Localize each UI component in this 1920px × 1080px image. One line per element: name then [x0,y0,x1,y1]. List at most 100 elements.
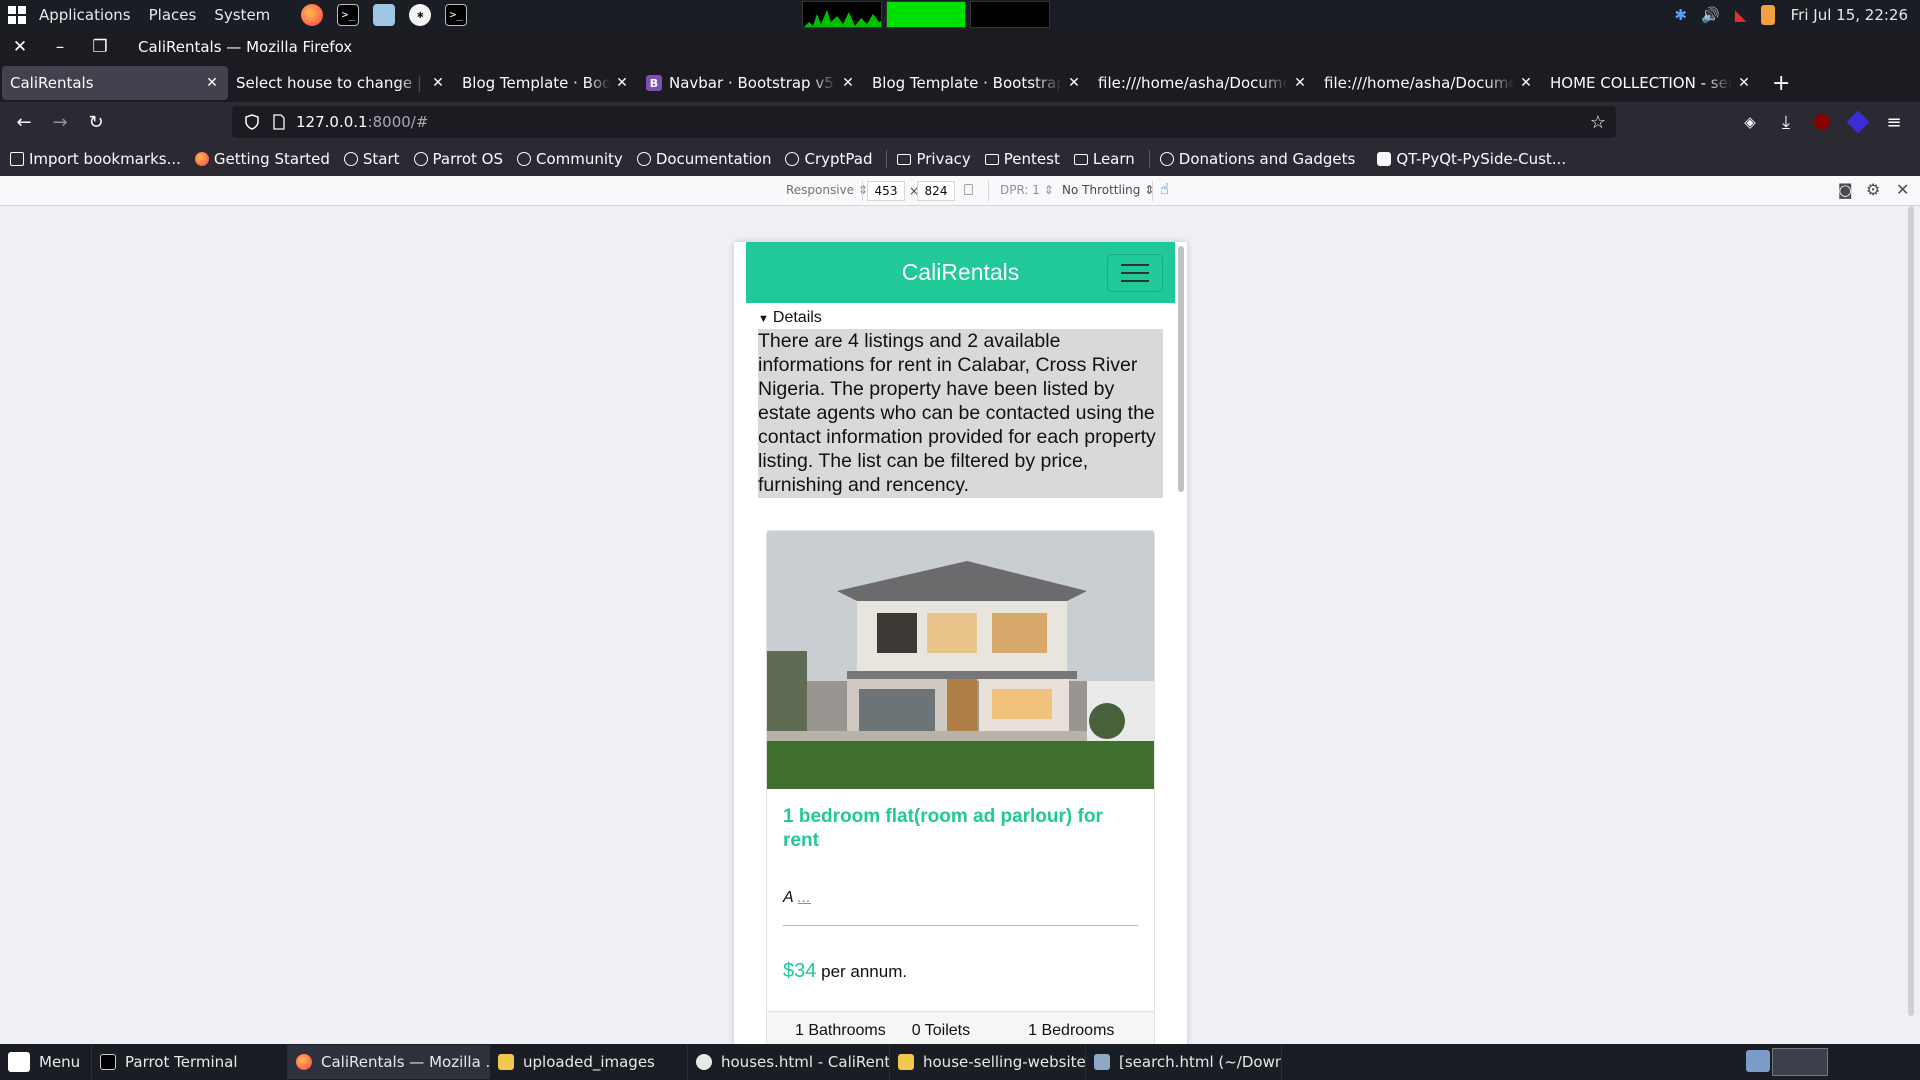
root-terminal-launcher-icon[interactable]: >_ [445,3,468,26]
bookmark-parrot-os[interactable]: Parrot OS [413,150,503,168]
close-tab-icon[interactable]: ✕ [1518,75,1534,91]
tab-label: file:///home/asha/Document [1098,74,1288,92]
bookmark-getting-started[interactable]: Getting Started [194,150,330,168]
bookmark-qt-pyqt[interactable]: QT-PyQt-PySide-Cust... [1377,150,1566,168]
volume-icon[interactable]: 🔊 [1701,5,1721,25]
url-text[interactable]: 127.0.0.1:8000/# [296,113,428,131]
page-info-icon[interactable] [272,114,286,130]
listing-house-image[interactable] [767,531,1154,789]
app-menu-icon[interactable]: ≡ [1876,104,1912,140]
bookmark-folder-privacy[interactable]: Privacy [897,150,971,168]
taskbar-house-selling-website[interactable]: house-selling-website-... [890,1045,1086,1079]
tab-calirentals[interactable]: CaliRentals ✕ [2,66,228,100]
tab-local-file-1[interactable]: file:///home/asha/Document ✕ [1090,66,1316,100]
extension-icon[interactable] [1840,104,1876,140]
bookmark-star-icon[interactable]: ☆ [1590,112,1606,133]
bookmark-start[interactable]: Start [343,150,400,168]
screenshot-icon[interactable]: ◙ [1838,181,1853,199]
navbar-toggler-button[interactable] [1107,254,1163,292]
tracking-shield-icon[interactable] [244,114,260,130]
forward-icon[interactable]: → [42,104,78,140]
system-top-panel: Applications Places System >_ ✱ >_ ✱ 🔊 ◣… [0,0,1920,29]
ublock-extension-icon[interactable] [1804,104,1840,140]
details-summary[interactable]: ▼ Details [758,307,1163,329]
restore-window-icon[interactable]: ❐ [80,37,120,57]
toolbar-separator [988,181,989,201]
taskbar-menu[interactable]: Menu [0,1045,92,1079]
bookmark-cryptpad[interactable]: CryptPad [785,150,872,168]
tab-home-collection[interactable]: HOME COLLECTION - search ✕ [1542,66,1760,100]
minimize-window-icon[interactable]: – [40,37,80,57]
bluetooth-icon[interactable]: ✱ [1671,5,1691,25]
responsive-design-toolbar: Responsive ⇕ 453 × 824 ⎕ DPR: 1 ⇕ No Thr… [0,176,1920,206]
settings-launcher-icon[interactable]: ✱ [409,3,432,26]
text-editor-launcher-icon[interactable] [373,3,396,26]
close-tab-icon[interactable]: ✕ [1066,75,1082,91]
globe-icon [413,152,428,166]
downloads-icon[interactable]: ⤓ [1768,104,1804,140]
close-rdm-icon[interactable]: ✕ [1896,180,1909,199]
bookmark-folder-learn[interactable]: Learn [1073,150,1135,168]
tab-label: CaliRentals [10,74,94,92]
rotate-viewport-icon[interactable]: ⎕ [964,181,973,199]
viewport-width-input[interactable]: 453 [867,181,905,201]
tab-label: file:///home/asha/Document [1324,74,1514,92]
menu-icon [8,1052,30,1072]
rdm-settings-icon[interactable]: ⚙ [1866,180,1880,199]
network-status-icon[interactable]: ◣ [1731,5,1751,25]
cpu-monitor-graph [802,1,882,28]
applications-menu[interactable]: Applications [30,6,140,24]
touch-simulation-icon[interactable]: ☝ [1160,180,1169,198]
tab-navbar-bootstrap[interactable]: B Navbar · Bootstrap v5.1 ✕ [638,66,864,100]
device-selector[interactable]: Responsive ⇕ [786,183,868,197]
page-scrollbar[interactable] [1178,246,1184,492]
applications-logo-icon[interactable] [8,5,26,24]
workspace-switcher-icon[interactable] [1746,1050,1770,1072]
bookmark-community[interactable]: Community [517,150,623,168]
taskbar-houses-html[interactable]: houses.html - CaliRent... [688,1045,890,1079]
close-tab-icon[interactable]: ✕ [614,75,630,91]
bookmark-import[interactable]: Import bookmarks... [10,150,181,168]
price-amount: $34 [783,960,817,982]
taskbar-parrot-terminal[interactable]: Parrot Terminal [92,1045,288,1079]
close-tab-icon[interactable]: ✕ [204,75,220,91]
viewport-scrollbar[interactable] [1908,206,1914,1016]
close-tab-icon[interactable]: ✕ [430,75,446,91]
listing-card-footer: 1 Bathrooms 0 Toilets 1 Bedrooms [767,1011,1154,1044]
toolbar-separator [862,181,863,201]
workspace-preview-icon[interactable] [1772,1048,1828,1076]
tab-django-admin[interactable]: Select house to change | Djan ✕ [228,66,454,100]
bookmark-documentation[interactable]: Documentation [636,150,771,168]
tab-local-file-2[interactable]: file:///home/asha/Document ✕ [1316,66,1542,100]
taskbar-firefox[interactable]: CaliRentals — Mozilla ... [288,1045,490,1079]
reload-icon[interactable]: ↻ [78,104,114,140]
clock[interactable]: Fri Jul 15, 22:26 [1791,6,1908,24]
close-tab-icon[interactable]: ✕ [1736,75,1752,91]
close-window-icon[interactable]: ✕ [0,37,40,57]
close-tab-icon[interactable]: ✕ [840,75,856,91]
places-menu[interactable]: Places [140,6,206,24]
close-tab-icon[interactable]: ✕ [1292,75,1308,91]
dpr-selector[interactable]: DPR: 1 ⇕ [1000,183,1054,197]
url-bar[interactable]: 127.0.0.1:8000/# ☆ [232,106,1616,138]
tab-blog-template-2[interactable]: Blog Template · Bootstrap v5 ✕ [864,66,1090,100]
listing-title[interactable]: 1 bedroom flat(room ad parlour) for rent [783,805,1138,853]
system-tray: ✱ 🔊 ◣ Fri Jul 15, 22:26 [1671,0,1920,29]
firefox-launcher-icon[interactable] [301,3,324,26]
pocket-icon[interactable]: ◈ [1732,104,1768,140]
system-menu[interactable]: System [205,6,279,24]
viewport-height-input[interactable]: 824 [917,181,955,201]
back-icon[interactable]: ← [6,104,42,140]
battery-icon[interactable] [1760,4,1775,25]
navigation-toolbar: ← → ↻ 127.0.0.1:8000/# ☆ ◈ ⤓ ≡ [0,102,1920,142]
site-brand[interactable]: CaliRentals [902,259,1020,286]
read-more-link[interactable]: ... [798,889,811,906]
bookmark-folder-pentest[interactable]: Pentest [984,150,1060,168]
terminal-launcher-icon[interactable]: >_ [337,3,360,26]
bookmark-donations[interactable]: Donations and Gadgets [1159,150,1355,168]
taskbar-search-html[interactable]: [search.html (~/Downlo... [1086,1045,1282,1079]
new-tab-icon[interactable]: + [1772,71,1790,96]
taskbar-uploaded-images[interactable]: uploaded_images [490,1045,688,1079]
tab-blog-template[interactable]: Blog Template · Bootstrap v5 ✕ [454,66,638,100]
throttling-selector[interactable]: No Throttling ⇕ [1062,183,1154,197]
